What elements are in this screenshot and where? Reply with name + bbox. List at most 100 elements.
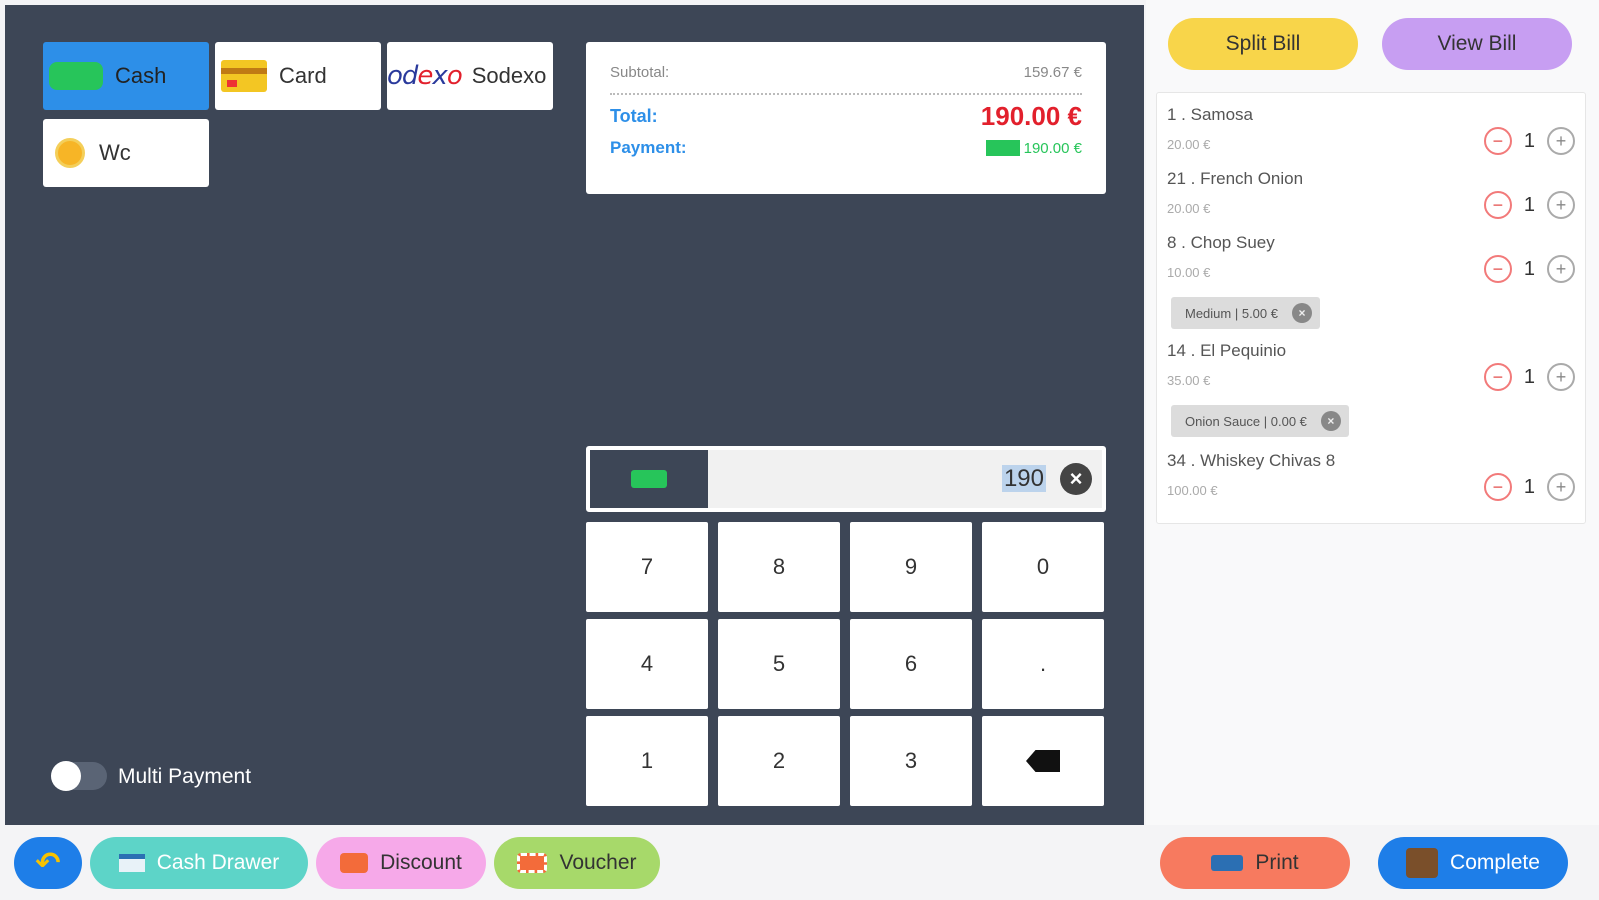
plus-icon[interactable]: +: [1547, 255, 1575, 283]
plus-icon[interactable]: +: [1547, 127, 1575, 155]
payment-method-cash[interactable]: Cash: [43, 42, 209, 110]
list-item[interactable]: 8 . Chop Suey 10.00 € − 1 +: [1167, 233, 1575, 283]
minus-icon[interactable]: −: [1483, 127, 1512, 155]
complete-label: Complete: [1450, 851, 1540, 874]
subtotal-row: Subtotal: 159.67 €: [610, 64, 1082, 95]
minus-icon[interactable]: −: [1483, 191, 1512, 219]
minus-icon[interactable]: −: [1483, 363, 1512, 391]
coin-icon: [55, 138, 85, 168]
quantity-stepper: − 1 +: [1483, 363, 1575, 391]
split-bill-button[interactable]: Split Bill: [1168, 18, 1358, 70]
printer-icon: [1211, 855, 1244, 871]
multi-payment-toggle[interactable]: [51, 761, 107, 791]
key-1[interactable]: 1: [586, 716, 708, 806]
item-modifier: Onion Sauce | 0.00 € ×: [1171, 405, 1349, 437]
clear-icon[interactable]: ×: [1060, 463, 1092, 495]
entry-method-indicator: [590, 450, 708, 508]
payment-method-label: Wc: [99, 140, 131, 165]
key-decimal[interactable]: .: [982, 619, 1104, 709]
key-2[interactable]: 2: [718, 716, 840, 806]
payment-label: Payment:: [610, 138, 687, 157]
view-bill-button[interactable]: View Bill: [1382, 18, 1572, 70]
cash-drawer-icon: [118, 854, 145, 872]
item-name: 34 . Whiskey Chivas 8: [1167, 451, 1336, 470]
amount-entry: 190 ×: [586, 446, 1106, 512]
voucher-icon: [517, 853, 548, 873]
plus-icon[interactable]: +: [1547, 473, 1575, 501]
item-modifier: Medium | 5.00 € ×: [1171, 297, 1320, 329]
payment-method-wc[interactable]: Wc: [43, 119, 209, 187]
item-name: 21 . French Onion: [1167, 169, 1304, 188]
plus-icon[interactable]: +: [1547, 191, 1575, 219]
numeric-keypad: 7 8 9 0 4 5 6 . 1 2 3: [586, 522, 1106, 806]
print-button[interactable]: Print: [1160, 837, 1350, 889]
item-quantity: 1: [1523, 193, 1535, 216]
subtotal-value: 159.67 €: [1023, 64, 1082, 81]
key-3[interactable]: 3: [850, 716, 972, 806]
payment-row: Payment: 190.00 €: [610, 138, 1082, 158]
multi-payment-label: Multi Payment: [118, 765, 252, 788]
payment-method-label: Sodexo: [471, 63, 547, 88]
print-label: Print: [1255, 851, 1299, 874]
total-value: 190.00 €: [980, 101, 1082, 131]
cash-drawer-label: Cash Drawer: [156, 851, 280, 874]
payment-summary: Subtotal: 159.67 € Total: 190.00 € Payme…: [586, 42, 1106, 194]
item-name: 14 . El Pequinio: [1167, 341, 1287, 360]
payment-value-wrap: 190.00 €: [985, 139, 1082, 157]
amount-value: 190: [1001, 465, 1046, 492]
close-icon[interactable]: ×: [1291, 303, 1312, 323]
total-row: Total: 190.00 €: [610, 101, 1082, 132]
modifier-label: Onion Sauce | 0.00 €: [1185, 413, 1307, 429]
item-quantity: 1: [1523, 257, 1535, 280]
order-panel: Split Bill View Bill 1 . Samosa 20.00 € …: [1146, 0, 1599, 825]
minus-icon[interactable]: −: [1483, 255, 1512, 283]
quantity-stepper: − 1 +: [1483, 255, 1575, 283]
cash-icon: [631, 470, 667, 488]
card-icon: [221, 60, 267, 92]
key-0[interactable]: 0: [982, 522, 1104, 612]
payment-method-card[interactable]: Card: [215, 42, 381, 110]
discount-button[interactable]: Discount: [316, 837, 486, 889]
cash-icon: [985, 140, 1020, 156]
plus-icon[interactable]: +: [1547, 363, 1575, 391]
sodexo-logo: odexo: [387, 61, 463, 91]
discount-label: Discount: [380, 851, 462, 874]
modifier-label: Medium | 5.00 €: [1185, 305, 1278, 321]
total-label: Total:: [610, 106, 658, 126]
key-backspace[interactable]: [982, 716, 1104, 806]
backspace-icon: [1026, 750, 1060, 772]
list-item[interactable]: 34 . Whiskey Chivas 8 100.00 € − 1 +: [1167, 451, 1575, 501]
quantity-stepper: − 1 +: [1483, 127, 1575, 155]
voucher-label: Voucher: [559, 851, 637, 874]
item-quantity: 1: [1523, 475, 1535, 498]
list-item[interactable]: 1 . Samosa 20.00 € − 1 +: [1167, 105, 1575, 155]
key-8[interactable]: 8: [718, 522, 840, 612]
key-5[interactable]: 5: [718, 619, 840, 709]
key-4[interactable]: 4: [586, 619, 708, 709]
complete-button[interactable]: Complete: [1378, 837, 1568, 889]
list-item[interactable]: 21 . French Onion 20.00 € − 1 +: [1167, 169, 1575, 219]
key-9[interactable]: 9: [850, 522, 972, 612]
payment-method-sodexo[interactable]: odexo Sodexo: [387, 42, 553, 110]
payment-value: 190.00 €: [1023, 139, 1082, 157]
list-item[interactable]: 14 . El Pequinio 35.00 € − 1 +: [1167, 341, 1575, 391]
item-quantity: 1: [1523, 365, 1535, 388]
close-icon[interactable]: ×: [1320, 411, 1341, 431]
bottom-toolbar: ↶ Cash Drawer Discount Voucher Print Com…: [0, 825, 1599, 900]
key-7[interactable]: 7: [586, 522, 708, 612]
back-arrow-icon: ↶: [35, 846, 61, 880]
amount-input[interactable]: 190: [708, 465, 1060, 493]
payment-method-label: Card: [279, 63, 327, 88]
quantity-stepper: − 1 +: [1483, 191, 1575, 219]
payment-method-label: Cash: [115, 63, 167, 88]
cash-drawer-button[interactable]: Cash Drawer: [90, 837, 308, 889]
item-name: 1 . Samosa: [1167, 105, 1253, 124]
wallet-icon: [1406, 848, 1439, 878]
cash-icon: [49, 62, 103, 90]
minus-icon[interactable]: −: [1483, 473, 1512, 501]
key-6[interactable]: 6: [850, 619, 972, 709]
back-button[interactable]: ↶: [14, 837, 82, 889]
voucher-button[interactable]: Voucher: [494, 837, 660, 889]
item-name: 8 . Chop Suey: [1167, 233, 1275, 252]
toggle-knob: [51, 761, 81, 791]
